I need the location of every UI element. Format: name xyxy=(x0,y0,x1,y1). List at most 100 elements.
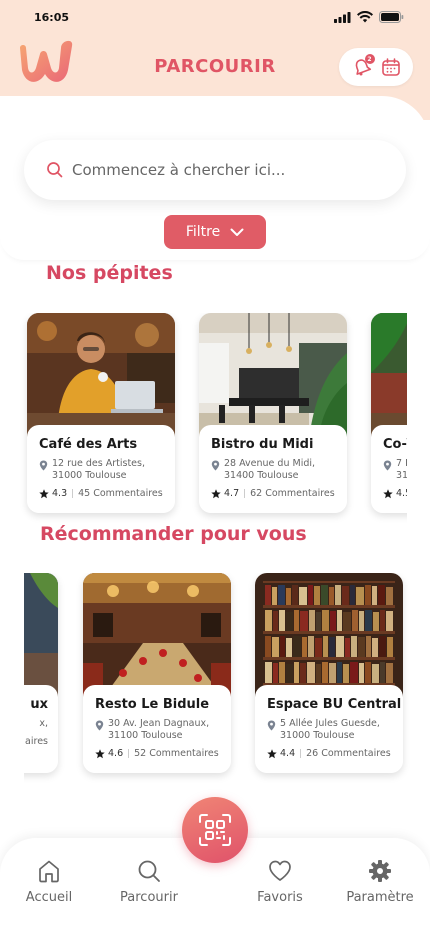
gems-carousel[interactable]: Café des Arts 12 rue des Artistes, 31000… xyxy=(0,313,407,528)
search-input[interactable] xyxy=(72,161,392,179)
pin-icon xyxy=(383,460,392,471)
card-body: Bistro du Midi 28 Avenue du Midi, 31400 … xyxy=(199,425,347,513)
nav-item-favorites[interactable]: Favoris xyxy=(235,858,325,905)
place-card[interactable]: Bistro du Midi 28 Avenue du Midi, 31400 … xyxy=(199,313,347,513)
place-name: Café des Arts xyxy=(39,437,138,452)
card-body: Café des Arts 12 rue des Artistes, 31000… xyxy=(27,425,175,513)
search-bar[interactable] xyxy=(24,140,406,200)
address-line-2: 31100 Toulouse xyxy=(108,730,183,741)
recommended-carousel[interactable]: ux x, aires Resto Le Bidule 30 Av. Jean … xyxy=(24,573,430,788)
star-icon xyxy=(39,488,49,498)
address-line-2: 31 xyxy=(396,470,407,481)
status-time: 16:05 xyxy=(34,10,70,24)
wifi-icon xyxy=(357,11,373,23)
search-icon xyxy=(47,162,63,178)
rating-value: 4.6 xyxy=(108,748,124,759)
review-count: 52 Commentaires xyxy=(134,748,219,759)
place-rating: aires xyxy=(24,736,48,747)
place-card[interactable]: Resto Le Bidule 30 Av. Jean Dagnaux, 311… xyxy=(83,573,231,773)
card-body: Resto Le Bidule 30 Av. Jean Dagnaux, 311… xyxy=(83,685,231,773)
place-card[interactable]: ux x, aires xyxy=(24,573,58,773)
place-photo xyxy=(24,573,58,698)
notification-button[interactable]: 2 xyxy=(351,54,375,78)
filter-button[interactable]: Filtre xyxy=(164,215,266,249)
place-address: 30 Av. Jean Dagnaux, 31100 Toulouse xyxy=(95,718,221,742)
place-photo xyxy=(255,573,403,698)
star-icon xyxy=(383,488,393,498)
status-icons xyxy=(334,11,404,23)
nav-item-settings[interactable]: Paramètre xyxy=(335,858,425,905)
notification-badge: 2 xyxy=(364,54,375,64)
nav-label-settings: Paramètre xyxy=(346,890,414,905)
rating-value: 4.7 xyxy=(224,488,240,499)
place-card[interactable]: Espace BU Central 5 Allée Jules Guesde, … xyxy=(255,573,403,773)
review-count: aires xyxy=(25,736,48,747)
nav-label-browse: Parcourir xyxy=(120,890,178,905)
nav-label-favorites: Favoris xyxy=(257,890,303,905)
address-line-1: 30 Av. Jean Dagnaux, xyxy=(108,718,210,729)
place-card[interactable]: Café des Arts 12 rue des Artistes, 31000… xyxy=(27,313,175,513)
card-body: Co-W 7 R 31 4.5 xyxy=(371,425,407,513)
rating-value: 4.3 xyxy=(52,488,68,499)
pin-icon xyxy=(267,720,276,731)
cellular-signal-icon xyxy=(334,11,351,23)
star-icon xyxy=(95,748,105,758)
star-icon xyxy=(267,748,277,758)
header-actions: 2 xyxy=(339,48,413,86)
place-name: Bistro du Midi xyxy=(211,437,314,452)
pin-icon xyxy=(211,460,220,471)
place-name: Co-W xyxy=(383,437,407,452)
heart-icon xyxy=(269,860,291,881)
nav-label-home: Accueil xyxy=(25,890,73,905)
place-photo xyxy=(27,313,175,438)
qr-scan-button[interactable] xyxy=(182,797,248,863)
address-line-1: 28 Avenue du Midi, xyxy=(224,458,316,469)
address-line-1: x, xyxy=(39,718,48,729)
review-count: 62 Commentaires xyxy=(250,488,335,499)
battery-icon xyxy=(379,11,404,23)
address-line-1: 7 R xyxy=(396,458,407,469)
filter-label: Filtre xyxy=(185,224,221,240)
place-rating: 4.3 45 Commentaires xyxy=(39,488,165,499)
place-rating: 4.5 xyxy=(383,488,407,499)
home-icon xyxy=(39,860,59,883)
star-icon xyxy=(211,488,221,498)
place-address: 7 R 31 xyxy=(383,458,407,482)
nav-item-home[interactable]: Accueil xyxy=(4,858,94,905)
place-rating: 4.4 26 Commentaires xyxy=(267,748,393,759)
card-body: Espace BU Central 5 Allée Jules Guesde, … xyxy=(255,685,403,773)
calendar-button[interactable] xyxy=(380,56,402,78)
rating-value: 4.4 xyxy=(280,748,296,759)
card-body: ux x, aires xyxy=(24,685,58,773)
nav-item-browse[interactable]: Parcourir xyxy=(104,858,194,905)
place-name: ux xyxy=(30,697,48,712)
status-bar: 16:05 xyxy=(0,0,430,34)
review-count: 45 Commentaires xyxy=(78,488,163,499)
address-line-2: 31000 Toulouse xyxy=(52,470,127,481)
place-photo xyxy=(83,573,231,698)
place-card[interactable]: Co-W 7 R 31 4.5 xyxy=(371,313,407,513)
review-count: 26 Commentaires xyxy=(306,748,391,759)
calendar-icon xyxy=(381,58,400,76)
divider xyxy=(72,489,74,498)
rating-value: 4.5 xyxy=(396,488,407,499)
place-address: 28 Avenue du Midi, 31400 Toulouse xyxy=(211,458,337,482)
section-title-recommended: Récommander pour vous xyxy=(40,523,307,545)
divider xyxy=(128,749,130,758)
pin-icon xyxy=(39,460,48,471)
address-line-2: 31000 Toulouse xyxy=(280,730,355,741)
divider xyxy=(244,489,246,498)
place-address: 12 rue des Artistes, 31000 Toulouse xyxy=(39,458,165,482)
place-rating: 4.6 52 Commentaires xyxy=(95,748,221,759)
address-line-1: 12 rue des Artistes, xyxy=(52,458,146,469)
place-name: Resto Le Bidule xyxy=(95,697,210,712)
place-rating: 4.7 62 Commentaires xyxy=(211,488,337,499)
place-photo xyxy=(199,313,347,438)
qr-scan-icon xyxy=(199,814,231,846)
pin-icon xyxy=(95,720,104,731)
search-icon xyxy=(138,860,160,882)
address-line-1: 5 Allée Jules Guesde, xyxy=(280,718,380,729)
chevron-down-icon xyxy=(230,228,244,236)
place-name: Espace BU Central xyxy=(267,697,402,712)
place-address: 5 Allée Jules Guesde, 31000 Toulouse xyxy=(267,718,393,742)
